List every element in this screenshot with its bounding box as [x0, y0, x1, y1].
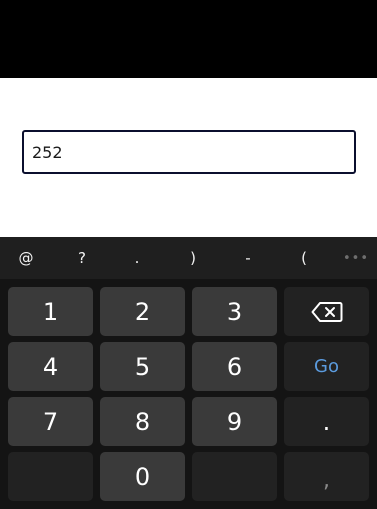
- number-input[interactable]: [22, 130, 356, 174]
- symbol-suggestion-row: @ ? . ) - ( •••: [0, 237, 377, 279]
- key-6[interactable]: 6: [192, 342, 277, 391]
- symbol-key-hyphen[interactable]: -: [228, 237, 268, 279]
- decimal-point-key[interactable]: .: [284, 397, 369, 446]
- comma-key[interactable]: ,: [284, 452, 369, 501]
- key-3[interactable]: 3: [192, 287, 277, 336]
- key-1[interactable]: 1: [8, 287, 93, 336]
- go-button[interactable]: Go: [284, 342, 369, 391]
- key-8[interactable]: 8: [100, 397, 185, 446]
- key-5[interactable]: 5: [100, 342, 185, 391]
- symbol-key-at[interactable]: @: [6, 237, 46, 279]
- symbol-key-question[interactable]: ?: [62, 237, 102, 279]
- on-screen-keyboard: @ ? . ) - ( ••• 1 2 3 4 5 6 Go 7 8 9 . 0: [0, 237, 377, 509]
- screen: @ ? . ) - ( ••• 1 2 3 4 5 6 Go 7 8 9 . 0: [0, 0, 377, 509]
- empty-key-left: [8, 452, 93, 501]
- symbol-key-period[interactable]: .: [117, 237, 157, 279]
- symbol-key-close-paren[interactable]: ): [173, 237, 213, 279]
- page-content: [0, 78, 377, 237]
- symbol-key-open-paren[interactable]: (: [284, 237, 324, 279]
- key-2[interactable]: 2: [100, 287, 185, 336]
- backspace-key[interactable]: [284, 287, 369, 336]
- key-9[interactable]: 9: [192, 397, 277, 446]
- empty-key-right: [192, 452, 277, 501]
- key-7[interactable]: 7: [8, 397, 93, 446]
- key-4[interactable]: 4: [8, 342, 93, 391]
- backspace-icon: [311, 301, 342, 322]
- key-0[interactable]: 0: [100, 452, 185, 501]
- status-bar: [0, 0, 377, 78]
- more-horizontal-icon[interactable]: •••: [336, 237, 376, 279]
